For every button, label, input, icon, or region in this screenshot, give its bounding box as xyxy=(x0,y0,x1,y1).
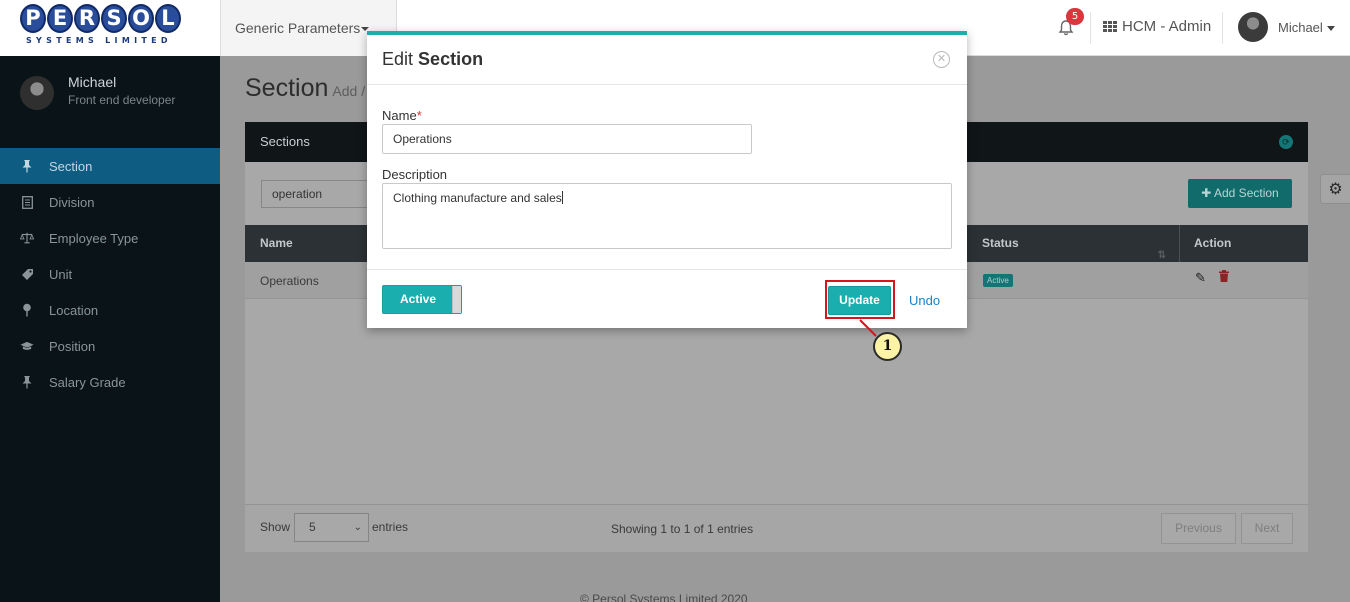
text-cursor xyxy=(561,191,563,204)
page-title: Section Add / xyxy=(245,74,365,103)
sidebar-item-section[interactable]: Section xyxy=(0,148,220,184)
sidebar-item-label: Unit xyxy=(49,266,73,282)
module-dropdown-label: Generic Parameters xyxy=(235,20,361,36)
divider xyxy=(1090,12,1091,44)
avatar xyxy=(20,76,54,110)
next-button[interactable]: Next xyxy=(1241,513,1293,544)
modal-footer: Active Update Undo xyxy=(367,269,967,328)
page-subtitle: Add / xyxy=(332,83,366,99)
profile-name: Michael xyxy=(68,74,117,90)
previous-button[interactable]: Previous xyxy=(1161,513,1236,544)
add-section-label: Add Section xyxy=(1214,186,1279,200)
edit-section-modal: Edit Section ✕ Name* Operations Descript… xyxy=(367,31,967,328)
logo-letter: O xyxy=(128,4,154,33)
grid-icon xyxy=(1103,20,1117,33)
scale-icon xyxy=(20,231,34,245)
modal-title-bold: Section xyxy=(418,49,484,69)
avatar xyxy=(1238,12,1268,42)
row-name: Operations xyxy=(260,274,319,288)
document-icon xyxy=(20,195,34,209)
sidebar-item-salary-grade[interactable]: Salary Grade xyxy=(0,364,220,400)
description-label: Description xyxy=(382,167,448,182)
sidebar-profile: Michael Front end developer xyxy=(20,74,175,110)
sidebar-item-label: Salary Grade xyxy=(49,374,126,390)
status-badge: Active xyxy=(983,274,1013,287)
profile-role: Front end developer xyxy=(68,93,176,107)
sidebar-item-label: Section xyxy=(49,158,93,174)
pin-icon xyxy=(20,375,34,389)
map-pin-icon xyxy=(20,303,34,317)
undo-link[interactable]: Undo xyxy=(909,293,940,308)
sidebar-item-division[interactable]: Division xyxy=(0,184,220,220)
pagination-info: Showing 1 to 1 of 1 entries xyxy=(611,522,754,536)
trash-icon[interactable] xyxy=(1219,270,1229,285)
column-header-label: Status xyxy=(982,236,1019,250)
column-header-action: Action xyxy=(1194,236,1232,250)
column-divider xyxy=(1179,225,1180,262)
page-size-select[interactable]: 5 ⌄ xyxy=(294,513,369,542)
sidebar-nav: Section Division Employee Type Unit Loca… xyxy=(0,148,220,400)
app-switcher-label: HCM - Admin xyxy=(1122,18,1212,35)
description-field[interactable]: Clothing manufacture and sales xyxy=(382,183,952,249)
modal-header: Edit Section ✕ xyxy=(367,35,967,85)
step-callout: 1 xyxy=(873,332,902,361)
toggle-label: Active xyxy=(400,292,437,306)
sidebar-item-unit[interactable]: Unit xyxy=(0,256,220,292)
column-header-status[interactable]: Status ⇅ xyxy=(982,225,1178,262)
show-label: Show xyxy=(260,520,291,534)
sidebar-item-label: Employee Type xyxy=(49,230,139,246)
required-mark: * xyxy=(416,108,422,123)
chevron-down-icon: ⌄ xyxy=(353,522,362,533)
toggle-knob xyxy=(452,286,461,313)
page-title-text: Section xyxy=(245,74,329,102)
close-icon[interactable]: ✕ xyxy=(933,51,950,68)
sidebar-item-employee-type[interactable]: Employee Type xyxy=(0,220,220,256)
modal-title: Edit Section xyxy=(382,49,483,70)
sidebar-item-label: Division xyxy=(49,194,95,210)
logo-letter: E xyxy=(47,4,73,33)
panel-title: Sections xyxy=(260,134,310,149)
gear-icon[interactable]: ⚙ xyxy=(1320,174,1350,204)
page-size-value: 5 xyxy=(309,520,316,534)
update-button[interactable]: Update xyxy=(828,286,891,315)
tag-icon xyxy=(20,267,34,281)
logo-letters: P E R S O L xyxy=(20,4,181,33)
sidebar-item-location[interactable]: Location xyxy=(0,292,220,328)
copyright: © Persol Systems Limited 2020 xyxy=(580,592,748,602)
search-input[interactable]: operation xyxy=(261,180,371,208)
add-section-button[interactable]: ✚ Add Section xyxy=(1188,179,1292,208)
name-label: Name* xyxy=(382,108,422,123)
modal-title-prefix: Edit xyxy=(382,49,414,69)
column-header-name[interactable]: Name xyxy=(260,225,293,262)
table-footer: Show 5 ⌄ entries Showing 1 to 1 of 1 ent… xyxy=(245,504,1308,552)
plus-icon: ✚ xyxy=(1201,186,1212,200)
caret-down-icon xyxy=(1326,25,1335,31)
graduation-cap-icon xyxy=(20,339,34,353)
refresh-icon[interactable]: ⟳ xyxy=(1279,135,1293,149)
logo-letter: P xyxy=(20,4,46,33)
pencil-icon[interactable]: ✎ xyxy=(1195,270,1206,286)
pin-icon xyxy=(20,159,34,173)
notification-badge: 5 xyxy=(1066,8,1084,25)
sidebar-item-label: Position xyxy=(49,338,96,354)
name-label-text: Name xyxy=(382,108,417,123)
logo-letter: S xyxy=(101,4,127,33)
sidebar-item-label: Location xyxy=(49,302,99,318)
divider xyxy=(1222,12,1223,44)
sidebar: Michael Front end developer Section Divi… xyxy=(0,56,220,602)
app-switcher[interactable]: HCM - Admin xyxy=(1103,18,1211,35)
logo-letter: R xyxy=(74,4,100,33)
sidebar-item-position[interactable]: Position xyxy=(0,328,220,364)
user-menu[interactable]: Michael xyxy=(1238,12,1335,42)
logo-subtitle: SYSTEMS LIMITED xyxy=(26,36,172,45)
active-toggle[interactable]: Active xyxy=(382,285,462,314)
description-text: Clothing manufacture and sales xyxy=(393,191,562,205)
name-field[interactable]: Operations xyxy=(382,124,752,154)
logo-letter: L xyxy=(155,4,181,33)
user-name: Michael xyxy=(1278,19,1323,35)
entries-label: entries xyxy=(372,520,409,534)
persol-logo[interactable]: P E R S O L SYSTEMS LIMITED xyxy=(0,0,220,56)
